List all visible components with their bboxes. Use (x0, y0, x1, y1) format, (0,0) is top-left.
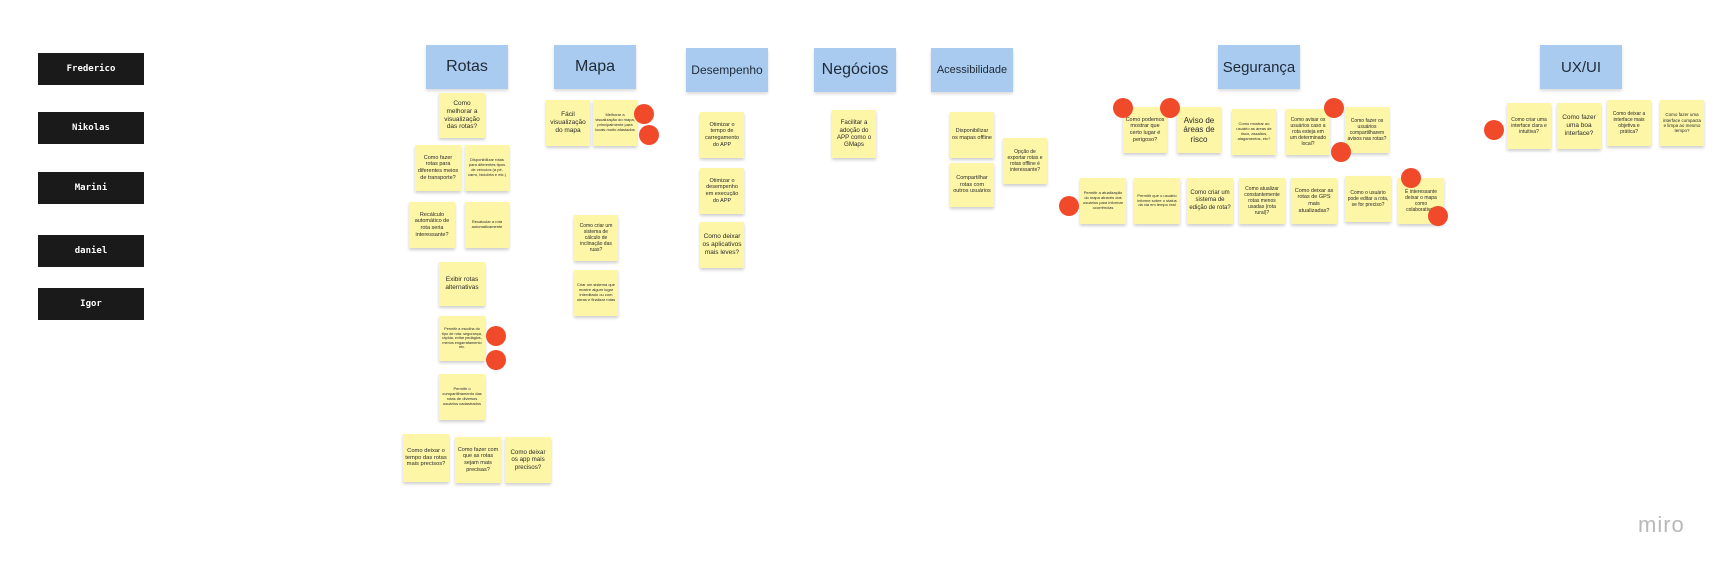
sticky-note[interactable]: Otimizar o tempo de carregamento do APP (700, 112, 744, 158)
sticky-note[interactable]: Permitir a atualização do mapa através d… (1080, 178, 1126, 224)
vote-dot (1428, 206, 1448, 226)
sticky-note[interactable]: Como fazer uma interface compacta e limp… (1660, 100, 1704, 146)
category-seguranca[interactable]: Segurança (1218, 45, 1300, 89)
sticky-note[interactable]: Como fazer rotas para diferentes meios d… (415, 145, 461, 191)
participant-label[interactable]: Frederico (38, 53, 144, 85)
sticky-note[interactable]: Como deixar os app mais precisos? (505, 437, 551, 483)
sticky-note[interactable]: Como avisar os usuários caso a rota este… (1286, 109, 1330, 155)
category-negocios[interactable]: Negócios (814, 48, 896, 92)
sticky-note[interactable]: Criar um sistema que mostre algum lugar … (574, 270, 618, 316)
sticky-note[interactable]: Como atualizar constantemente rotas meno… (1239, 178, 1285, 224)
sticky-note[interactable]: Como o usuário pode editar a rota, se fo… (1345, 176, 1391, 222)
sticky-note[interactable]: Como criar uma interface clara e intuiti… (1507, 103, 1551, 149)
sticky-note[interactable]: Como criar um sistema de cálculo de incl… (574, 215, 618, 261)
sticky-note[interactable]: Facilitar a adoção do APP como o GMaps (832, 110, 876, 158)
sticky-note[interactable]: Permitir a escolha do tipo de rota: segu… (439, 316, 485, 361)
sticky-note[interactable]: Como fazer os usuários compartilharem av… (1345, 107, 1389, 153)
sticky-note[interactable]: Permitir que o usuário informe sobre o s… (1134, 178, 1180, 224)
miro-logo: miro (1638, 512, 1685, 537)
participant-label[interactable]: Marini (38, 172, 144, 204)
sticky-note[interactable]: Como deixar os aplicativos mais leves? (700, 222, 744, 268)
participant-label[interactable]: daniel (38, 235, 144, 267)
sticky-note[interactable]: Permitir o compartilhamento das rotas de… (439, 374, 485, 420)
sticky-note[interactable]: Otimizar o desempenho em execução do APP (700, 168, 744, 214)
vote-dot (1160, 98, 1180, 118)
sticky-note[interactable]: Como criar um sistema de edição de rota? (1187, 178, 1233, 224)
sticky-note[interactable]: Como melhorar a visualização das rotas? (439, 93, 485, 138)
category-mapa[interactable]: Mapa (554, 45, 636, 89)
vote-dot (1324, 98, 1344, 118)
participant-label[interactable]: Igor (38, 288, 144, 320)
vote-dot (1331, 142, 1351, 162)
sticky-note[interactable]: Como mostrar ao usuário as áreas de risc… (1232, 109, 1276, 155)
sticky-note[interactable]: Opção de exportar rotas e rotas offline … (1003, 138, 1047, 184)
sticky-note[interactable]: Exibir rotas alternativas (439, 262, 485, 306)
sticky-note[interactable]: Recalcular a rota automaticamente (465, 202, 509, 248)
vote-dot (1113, 98, 1133, 118)
sticky-note[interactable]: Disponibilizar os mapas offline (950, 112, 994, 158)
vote-dot (1401, 168, 1421, 188)
sticky-note[interactable]: Como fazer uma boa interface? (1557, 103, 1601, 149)
sticky-note[interactable]: Recálculo automático de rota seria inter… (409, 202, 455, 248)
category-acessibilidade[interactable]: Acessibilidade (931, 48, 1013, 92)
sticky-note[interactable]: Aviso de áreas de risco (1177, 107, 1221, 153)
vote-dot (1059, 196, 1079, 216)
sticky-note[interactable]: Como fazer com que as rotas sejam mais p… (455, 437, 501, 483)
vote-dot (634, 104, 654, 124)
category-rotas[interactable]: Rotas (426, 45, 508, 89)
participant-label[interactable]: Nikolas (38, 112, 144, 144)
vote-dot (486, 326, 506, 346)
sticky-note[interactable]: Como deixar as rotas de GPS mais atualiz… (1291, 178, 1337, 224)
sticky-note[interactable]: Fácil visualização do mapa (546, 100, 590, 146)
vote-dot (486, 350, 506, 370)
sticky-note[interactable]: Disponibilizar rotas para diferentes tip… (465, 145, 509, 191)
sticky-note[interactable]: Como deixar a interface mais objetiva e … (1607, 100, 1651, 146)
vote-dot (639, 125, 659, 145)
sticky-note[interactable]: Como deixar o tempo das rotas mais preci… (403, 434, 449, 482)
sticky-note[interactable]: Compartilhar rotas com outros usuários (950, 163, 994, 207)
category-desempenho[interactable]: Desempenho (686, 48, 768, 92)
category-ux-ui[interactable]: UX/UI (1540, 45, 1622, 89)
sticky-note[interactable]: Melhorar a visualização do mapa, princip… (593, 100, 637, 146)
vote-dot (1484, 120, 1504, 140)
